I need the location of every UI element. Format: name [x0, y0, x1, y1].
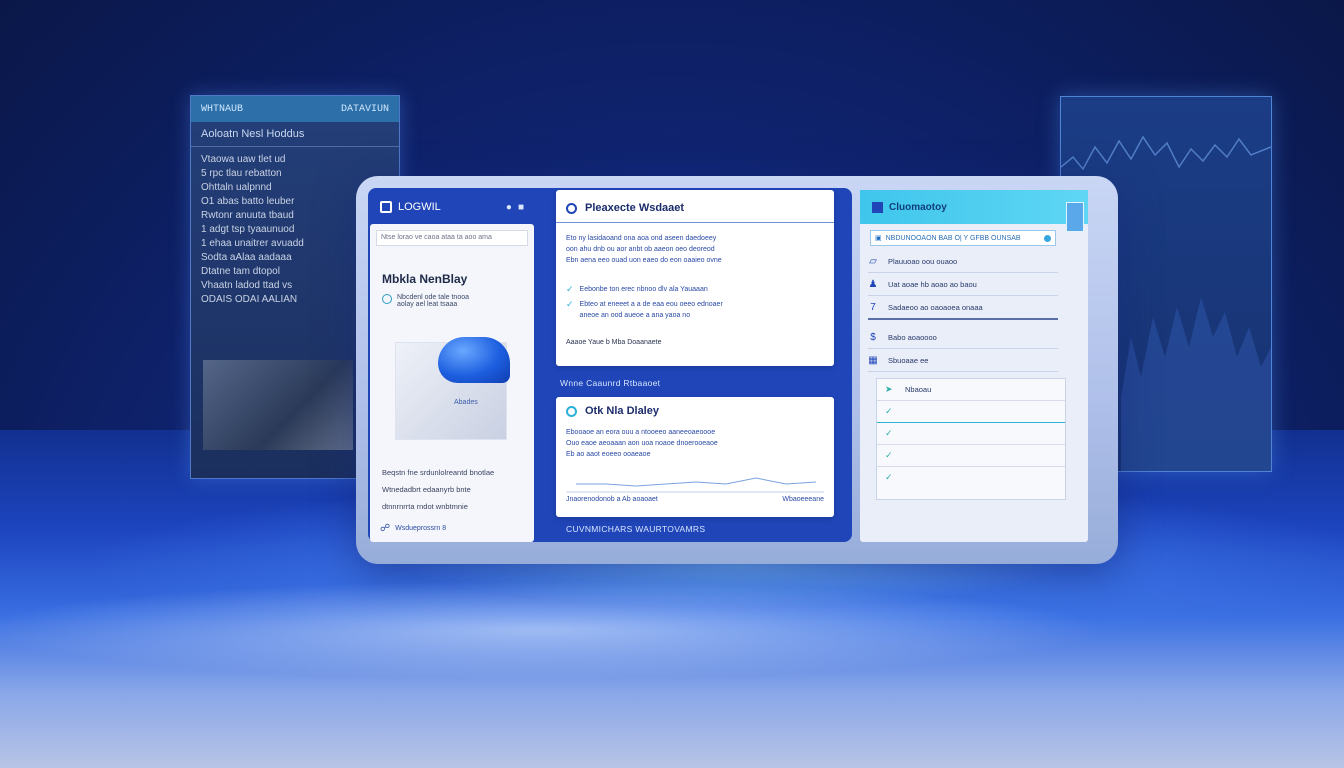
left-card-row-text: Nbcdenl ode tale tnooa aolay ael leat ts… — [397, 294, 469, 308]
mini-chart — [566, 477, 824, 493]
item-text: Eebonbe ton erec nbnoo dlv ala Yauaaan — [579, 286, 708, 293]
list-item-label: Babo aoaoooo — [888, 332, 937, 342]
top-nav: LOGWIL ● ■ — [370, 192, 534, 222]
bell-icon — [566, 405, 577, 417]
list-item-label: Sadaeoo ao oaoaoea onaaa — [888, 302, 983, 312]
list-item[interactable]: ▱ Plauuoao oou ouaoo — [868, 250, 1058, 273]
right-card-title: Cluomaotoy — [889, 201, 947, 213]
logo-icon — [380, 201, 392, 213]
left-card-paragraph: Beqstn fne srdunlolreantd bnotlae Wtneda… — [382, 464, 522, 515]
product-image: Abades — [395, 337, 510, 440]
search-input[interactable]: ▣ NBDUNOOAON BAB O| Y GFBB OUNSAB — [870, 230, 1056, 246]
check-icon: ✓ — [566, 299, 574, 309]
footer-right: Wbaoeeeane — [782, 496, 824, 503]
search-text: NBDUNOOAON BAB O| Y GFBB OUNSAB — [885, 234, 1021, 242]
paragraph-line: Beqstn fne srdunlolreantd bnotlae — [382, 468, 495, 477]
sub-row-label: Nbaoau — [905, 385, 932, 394]
right-card-list: ▱ Plauuoao oou ouaoo ♟ Uat aoae hb aoao ao… — [860, 250, 1088, 372]
body-line: Ebooaoe an eora ouu a ntooeeo aaneeoaeoo… — [566, 429, 716, 436]
paragraph-line: dtnnrnrrta rndot wnbtmnie — [382, 502, 468, 511]
bg-left-header: WHTNAUB DATAVIUN — [191, 96, 399, 122]
card-top-item[interactable]: ✓ Eebonbe ton erec nbnoo dlv ala Yauaaan — [566, 284, 824, 295]
check-icon: ✓ — [885, 472, 893, 482]
list-item[interactable]: $ Babo aoaoooo — [868, 326, 1058, 349]
footer-left: Jnaorenodonob a Ab aoaoaet — [566, 496, 658, 503]
body-line: oon ahu dnb ou aor anbt ob aaeon oeo deo… — [566, 246, 715, 253]
card-top: Pleaxecte Wsdaaet Eto ny lasidaoand ona … — [556, 190, 834, 366]
pin-icon — [566, 202, 577, 214]
section-label-top: Wnne Caaunrd Rtbaaoet — [560, 378, 661, 388]
card-top-title: Pleaxecte Wsdaaet — [585, 202, 685, 214]
collapse-tab[interactable] — [1066, 202, 1084, 232]
paragraph-line: Wtnedadbrt edaanyrb bnte — [382, 485, 471, 494]
toggle-icon[interactable] — [1044, 234, 1051, 242]
check-icon: ✓ — [566, 284, 574, 294]
list-item[interactable]: 7 Sadaeoo ao oaoaoea onaaa — [868, 296, 1058, 320]
section-label-bottom: CUVNMICHARS WAURTOVAMRS — [566, 524, 706, 534]
left-card-row[interactable]: Nbcdenl ode tale tnooa aolay ael leat ts… — [382, 294, 522, 308]
brand[interactable]: LOGWIL — [380, 201, 441, 213]
image-label: Abades — [454, 399, 478, 406]
folder-icon — [872, 201, 883, 213]
list-item-label: Uat aoae hb aoao ao baou — [888, 279, 977, 289]
card-bottom: Otk Nla Dlaley Ebooaoe an eora ouu a nto… — [556, 397, 834, 517]
right-card-header: Cluomaotoy — [860, 190, 1088, 224]
sub-row[interactable]: ➤ Nbaoau — [877, 379, 1065, 401]
item-text: Ebteo at eneeet a a de eaa eou oeeo edno… — [579, 301, 723, 308]
card-top-item[interactable]: ✓ Ebteo at eneeet a a de eaa eou oeeo ed… — [566, 299, 824, 321]
number-icon: 7 — [870, 301, 876, 313]
sub-row[interactable]: ✓ — [877, 423, 1065, 445]
url-bar[interactable]: Ntse lorao ve caoa ataa ta aoo ama — [376, 230, 528, 246]
card-bottom-title: Otk Nla Dlaley — [585, 405, 659, 417]
sub-row[interactable]: ✓ — [877, 401, 1065, 423]
list-item[interactable]: ▦ Sbuoaae ee — [868, 349, 1058, 372]
sub-row[interactable]: ✓ — [877, 467, 1065, 488]
doc-icon: ▦ — [868, 354, 878, 366]
search-icon: ▣ — [875, 235, 882, 242]
card-top-header: Pleaxecte Wsdaaet — [556, 190, 834, 223]
user-icon[interactable]: ● — [506, 202, 512, 213]
chart-icon: ▱ — [869, 255, 877, 267]
floor-haze — [0, 560, 1344, 700]
left-card: Ntse lorao ve caoa ataa ta aoo ama Mbkla… — [370, 224, 534, 542]
card-bottom-footer: Jnaorenodonob a Ab aoaoaet Wbaoeeeane — [566, 494, 824, 505]
check-icon: ✓ — [885, 428, 893, 438]
list-item: 5 rpc tlau rebatton — [201, 168, 282, 179]
footer-link-text: Wsdueprossrn 8 — [395, 525, 447, 532]
arrow-icon: ➤ — [885, 384, 893, 394]
bg-left-image — [203, 360, 353, 450]
brand-name: LOGWIL — [398, 201, 441, 213]
card-top-body: Eto ny lasidaoand ona aoa ond aseen daed… — [556, 223, 834, 348]
sub-row[interactable]: ✓ — [877, 445, 1065, 467]
bg-left-header-right: DATAVIUN — [340, 103, 389, 115]
card-bottom-header: Otk Nla Dlaley — [556, 397, 834, 421]
body-line: Eto ny lasidaoand ona aoa ond aseen daed… — [566, 235, 717, 242]
check-icon: ✓ — [885, 450, 893, 460]
body-line: Ebn aena eeo ouad uon eaeo do eon oaaieo… — [566, 257, 722, 264]
check-icon: ✓ — [885, 406, 893, 416]
list-item-label: Plauuoao oou ouaoo — [888, 256, 958, 266]
list-item[interactable]: ♟ Uat aoae hb aoao ao baou — [868, 273, 1058, 296]
cap-image — [438, 337, 510, 383]
list-item: Vtaowa uaw tlet ud — [201, 154, 286, 165]
body-line: Ouo eaoe aeoaaan aon uoa noaoe dnoerooea… — [566, 440, 718, 447]
body-line: Eb ao aaot eoeeo ooaeaoe — [566, 451, 651, 458]
left-card-footer-link[interactable]: ☍ Wsdueprossrn 8 — [380, 523, 524, 534]
person-icon: ♟ — [868, 278, 878, 290]
card-top-footer: Aaaoe Yaue b Mba Doaanaete — [566, 339, 662, 346]
item-text: aneoe an ood aueoe a ana yaoa no — [579, 312, 691, 319]
bg-left-header-left: WHTNAUB — [201, 103, 244, 115]
link-icon: ☍ — [380, 523, 391, 534]
right-sub-panel: ➤ Nbaoau ✓ ✓ ✓ ✓ — [876, 378, 1066, 500]
info-icon — [382, 294, 392, 304]
bg-left-title: Aoloatn Nesl Hoddus — [191, 122, 399, 147]
left-card-title: Mbkla NenBlay — [382, 272, 468, 286]
card-bottom-body: Ebooaoe an eora ouu a ntooeeo aaneeoaeoo… — [556, 421, 834, 505]
list-item-label: Sbuoaae ee — [888, 355, 929, 365]
menu-icon[interactable]: ■ — [518, 202, 524, 213]
dollar-icon: $ — [870, 331, 876, 343]
